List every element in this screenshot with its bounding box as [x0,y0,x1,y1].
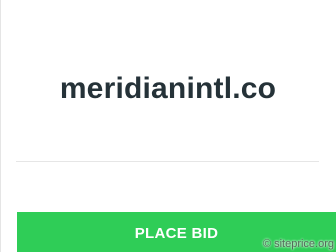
watermark: © siteprice.org [262,238,334,250]
divider [16,161,319,162]
page-left-border [0,0,1,252]
domain-name-title: meridianintl.co [59,72,277,105]
